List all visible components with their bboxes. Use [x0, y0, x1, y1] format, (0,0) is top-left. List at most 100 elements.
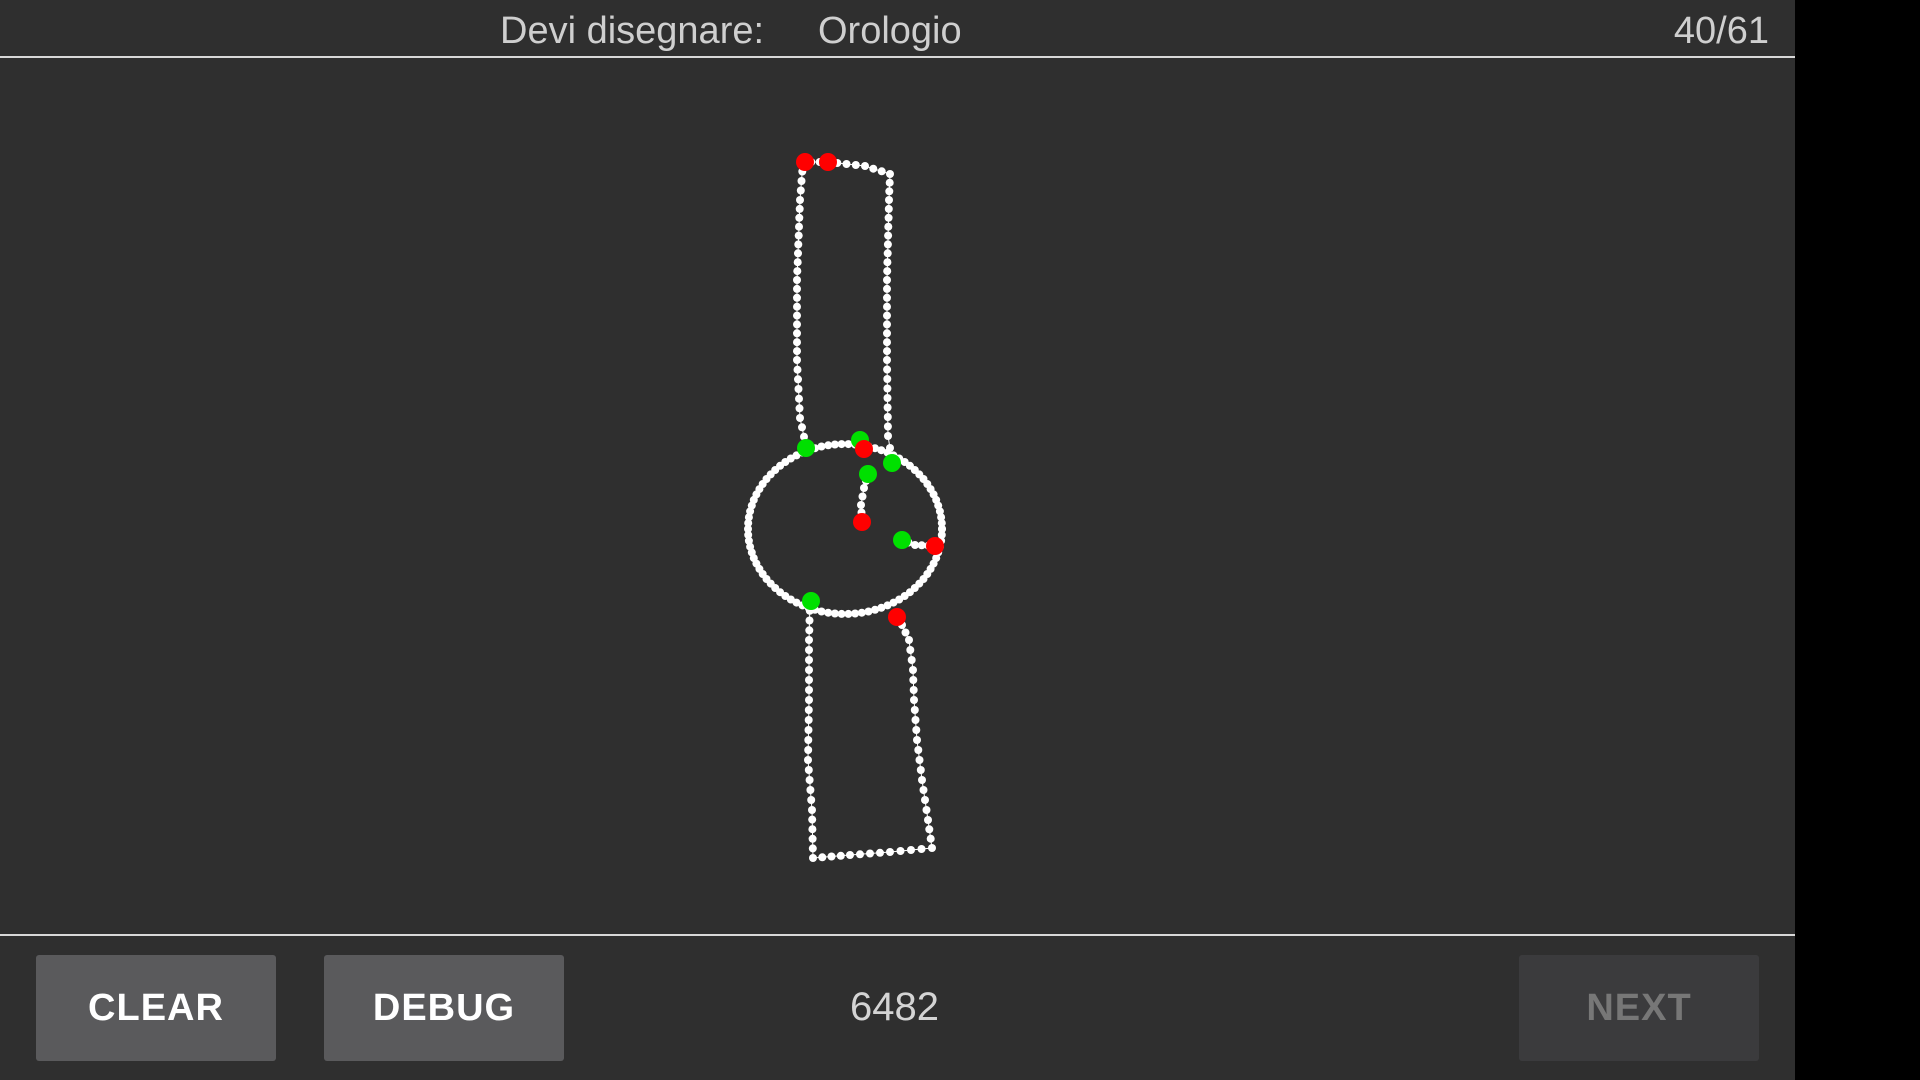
- stroke-point: [883, 249, 892, 258]
- stroke-point: [808, 815, 817, 824]
- stroke-point: [913, 736, 921, 744]
- prompt-word: Orologio: [818, 10, 962, 52]
- stroke-point: [794, 231, 803, 240]
- stroke-point: [916, 766, 925, 774]
- stroke-point: [918, 776, 926, 784]
- stroke-point: [794, 375, 802, 384]
- stroke-point: [907, 846, 915, 854]
- stroke-point: [886, 848, 894, 856]
- stroke-point: [883, 320, 891, 329]
- stroke-point: [793, 284, 801, 293]
- stroke-point: [805, 616, 814, 625]
- stroke-point: [884, 231, 893, 240]
- stroke-point: [883, 276, 891, 284]
- stroke-point: [883, 284, 891, 293]
- stroke-point: [804, 706, 813, 714]
- stroke-point: [804, 716, 813, 724]
- lower-strap-stroke: [804, 597, 936, 862]
- stroke-point: [883, 375, 892, 383]
- stroke-point: [883, 356, 891, 364]
- stroke-point: [793, 320, 801, 329]
- drawing-strokes: [744, 158, 946, 862]
- stroke-point: [804, 756, 812, 764]
- stroke-point: [884, 432, 892, 440]
- stroke-start-marker: [802, 592, 820, 610]
- stroke-end-marker: [855, 440, 873, 458]
- stroke-point: [905, 636, 913, 644]
- header-bar: Devi disegnare: Orologio 40/61: [0, 0, 1795, 58]
- stroke-point: [836, 851, 845, 860]
- footer-divider: [0, 934, 1795, 936]
- stroke-start-marker: [859, 465, 877, 483]
- stroke-point: [794, 249, 802, 258]
- stroke-point: [915, 756, 924, 764]
- stroke-point: [793, 329, 801, 338]
- stroke-point: [793, 276, 801, 284]
- stroke-point: [907, 656, 916, 664]
- stroke-point: [795, 213, 804, 222]
- stroke-point: [909, 686, 918, 694]
- stroke-point: [805, 636, 813, 644]
- stroke-point: [793, 258, 802, 267]
- stroke-point: [793, 365, 802, 374]
- stroke-point: [805, 656, 813, 664]
- stroke-point: [884, 222, 893, 231]
- stroke-point: [824, 441, 833, 450]
- upper-strap-stroke: [793, 158, 894, 452]
- stroke-point: [883, 302, 891, 311]
- stroke-point: [876, 848, 884, 857]
- stroke-point: [808, 834, 817, 843]
- stroke-point: [910, 696, 918, 704]
- stroke-start-marker: [883, 454, 901, 472]
- stroke-point: [910, 706, 919, 714]
- stroke-point: [795, 222, 803, 231]
- stroke-point: [857, 501, 865, 509]
- stroke-point: [809, 854, 817, 862]
- stroke-point: [917, 845, 926, 853]
- stroke-point: [804, 766, 813, 774]
- stroke-point: [804, 736, 813, 744]
- clear-button[interactable]: CLEAR: [36, 955, 276, 1061]
- stroke-point: [921, 796, 929, 804]
- next-button[interactable]: NEXT: [1519, 955, 1759, 1061]
- stroke-point: [883, 267, 892, 276]
- stroke-point: [901, 628, 910, 637]
- stroke-point: [796, 414, 804, 422]
- stroke-point: [793, 356, 801, 364]
- stroke-point: [793, 311, 801, 320]
- stroke-point: [909, 666, 917, 674]
- stroke-point: [858, 492, 867, 501]
- stroke-start-marker: [893, 531, 911, 549]
- stroke-point: [808, 825, 817, 834]
- stroke-point: [805, 676, 813, 684]
- stroke-point: [925, 825, 934, 834]
- stroke-point: [808, 844, 817, 853]
- stroke-point: [883, 394, 892, 402]
- stroke-point: [884, 213, 893, 222]
- stroke-start-marker: [797, 439, 815, 457]
- stroke-point: [805, 646, 813, 654]
- stroke-point: [883, 338, 891, 347]
- stroke-point: [817, 607, 826, 616]
- stroke-point: [846, 851, 854, 859]
- stroke-point: [883, 329, 891, 338]
- stroke-point: [818, 853, 827, 862]
- stroke-point: [883, 311, 891, 320]
- stroke-point: [807, 796, 816, 804]
- stroke-end-marker: [926, 537, 944, 555]
- stroke-point: [806, 786, 815, 794]
- stroke-point: [924, 816, 932, 824]
- stroke-point: [883, 258, 892, 267]
- debug-button[interactable]: DEBUG: [324, 955, 564, 1061]
- prompt-label: Devi disegnare:: [500, 10, 765, 52]
- drawing-canvas[interactable]: [0, 58, 1795, 934]
- stroke-point: [793, 267, 802, 276]
- stroke-point: [793, 293, 801, 302]
- stroke-point: [805, 696, 813, 704]
- stroke-point: [883, 422, 892, 431]
- stroke-point: [877, 167, 886, 176]
- stroke-point: [886, 170, 894, 178]
- stroke-point: [805, 626, 814, 635]
- stroke-point: [911, 716, 920, 724]
- stroke-point: [795, 204, 804, 213]
